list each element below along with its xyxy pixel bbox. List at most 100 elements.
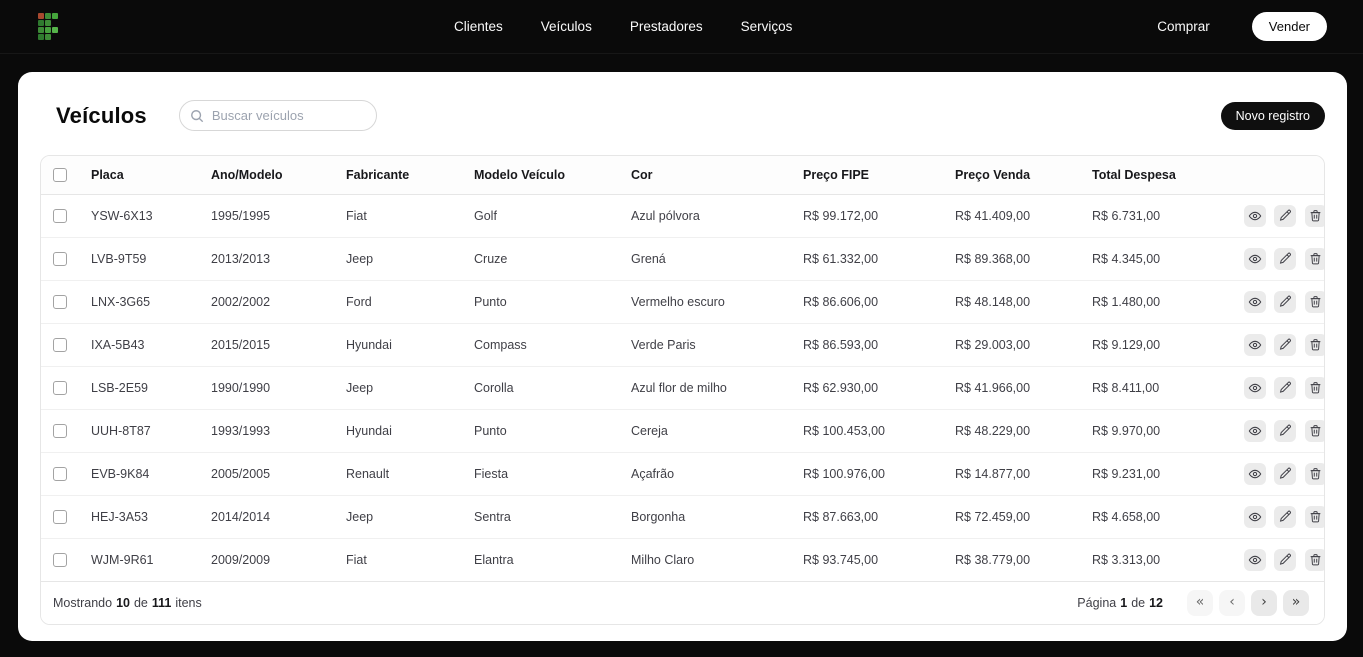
select-row-checkbox[interactable] — [53, 509, 67, 524]
eye-icon — [1248, 555, 1262, 564]
view-button[interactable] — [1244, 462, 1266, 485]
edit-button[interactable] — [1274, 505, 1297, 528]
cell-cor: Grená — [631, 237, 803, 281]
pencil-icon — [1279, 252, 1291, 264]
view-button[interactable] — [1244, 419, 1266, 442]
select-row-checkbox[interactable] — [53, 380, 67, 395]
edit-button[interactable] — [1274, 548, 1297, 571]
eye-icon — [1248, 297, 1262, 306]
cell-fabricante: Renault — [346, 452, 474, 496]
select-all-checkbox[interactable] — [53, 167, 67, 182]
edit-button[interactable] — [1274, 204, 1297, 227]
view-button[interactable] — [1244, 548, 1266, 571]
page-of: de — [1131, 595, 1146, 610]
select-row-checkbox[interactable] — [53, 251, 67, 266]
pencil-icon — [1279, 381, 1291, 393]
edit-button[interactable] — [1274, 247, 1297, 270]
first-page-button[interactable]: « — [1187, 589, 1213, 616]
table-row: WJM-9R61 2009/2009 Fiat Elantra Milho Cl… — [41, 538, 1324, 582]
row-actions — [1239, 366, 1324, 410]
delete-button[interactable] — [1304, 376, 1324, 399]
cell-fabricante: Hyundai — [346, 409, 474, 453]
select-row-checkbox[interactable] — [53, 337, 67, 352]
table-row: LSB-2E59 1990/1990 Jeep Corolla Azul flo… — [41, 366, 1324, 410]
column-header-cor: Cor — [631, 156, 803, 195]
nav-item-servicos[interactable]: Serviços — [741, 19, 793, 34]
select-row-checkbox[interactable] — [53, 208, 67, 223]
pencil-icon — [1279, 424, 1291, 436]
prev-page-button[interactable]: ‹ — [1219, 589, 1245, 616]
cell-cor: Açafrão — [631, 452, 803, 496]
edit-button[interactable] — [1274, 290, 1297, 313]
cell-fabricante: Jeep — [346, 366, 474, 410]
delete-button[interactable] — [1304, 505, 1324, 528]
cell-fabricante: Jeep — [346, 495, 474, 539]
select-row-checkbox[interactable] — [53, 423, 67, 438]
pencil-icon — [1279, 467, 1291, 479]
table-row: HEJ-3A53 2014/2014 Jeep Sentra Borgonha … — [41, 495, 1324, 539]
main-nav: Clientes Veículos Prestadores Serviços — [454, 19, 792, 34]
showing-prefix: Mostrando — [53, 595, 113, 610]
vender-button[interactable]: Vender — [1251, 12, 1327, 41]
cell-fabricante: Jeep — [346, 237, 474, 281]
cell-placa: EVB-9K84 — [91, 452, 211, 496]
cell-total-despesa: R$ 8.411,00 — [1092, 366, 1239, 410]
delete-button[interactable] — [1304, 419, 1324, 442]
eye-icon — [1248, 254, 1262, 263]
app-logo-icon[interactable] — [38, 13, 58, 40]
row-actions — [1239, 538, 1324, 582]
last-page-button[interactable]: » — [1283, 589, 1309, 616]
cell-preco-venda: R$ 14.877,00 — [955, 452, 1092, 496]
delete-button[interactable] — [1304, 333, 1324, 356]
content-card: Veículos Novo registro Placa Ano/Modelo … — [18, 72, 1347, 641]
search-box[interactable] — [178, 100, 377, 131]
view-button[interactable] — [1244, 204, 1266, 227]
delete-button[interactable] — [1304, 204, 1324, 227]
nav-item-prestadores[interactable]: Prestadores — [630, 19, 703, 34]
nav-item-clientes[interactable]: Clientes — [454, 19, 503, 34]
nav-item-veiculos[interactable]: Veículos — [541, 19, 592, 34]
view-button[interactable] — [1244, 505, 1266, 528]
delete-button[interactable] — [1304, 290, 1324, 313]
view-button[interactable] — [1244, 290, 1266, 313]
cell-ano-modelo: 1995/1995 — [211, 194, 346, 238]
edit-button[interactable] — [1274, 462, 1297, 485]
view-button[interactable] — [1244, 247, 1266, 270]
delete-button[interactable] — [1304, 548, 1324, 571]
select-row-checkbox[interactable] — [53, 466, 67, 481]
column-header-preco-venda: Preço Venda — [955, 156, 1092, 195]
table-row: EVB-9K84 2005/2005 Renault Fiesta Açafrã… — [41, 452, 1324, 496]
table-row: IXA-5B43 2015/2015 Hyundai Compass Verde… — [41, 323, 1324, 367]
select-row-checkbox[interactable] — [53, 552, 67, 567]
delete-button[interactable] — [1304, 247, 1324, 270]
eye-icon — [1248, 340, 1262, 349]
edit-button[interactable] — [1274, 376, 1297, 399]
search-input[interactable] — [211, 108, 366, 123]
showing-of: de — [133, 595, 148, 610]
cell-preco-fipe: R$ 86.606,00 — [803, 280, 955, 324]
comprar-link[interactable]: Comprar — [1157, 19, 1210, 34]
cell-modelo: Punto — [474, 409, 631, 453]
view-button[interactable] — [1244, 376, 1266, 399]
items-label: itens — [175, 595, 202, 610]
trash-icon — [1311, 468, 1321, 480]
cell-total-despesa: R$ 9.231,00 — [1092, 452, 1239, 496]
column-header-placa: Placa — [91, 156, 211, 195]
cell-cor: Cereja — [631, 409, 803, 453]
view-button[interactable] — [1244, 333, 1266, 356]
cell-total-despesa: R$ 4.345,00 — [1092, 237, 1239, 281]
trash-icon — [1311, 425, 1321, 437]
navbar-right: Comprar Vender — [1157, 12, 1327, 41]
cell-total-despesa: R$ 1.480,00 — [1092, 280, 1239, 324]
delete-button[interactable] — [1304, 462, 1324, 485]
next-page-button[interactable]: › — [1251, 589, 1277, 616]
trash-icon — [1311, 296, 1321, 308]
cell-cor: Azul pólvora — [631, 194, 803, 238]
cell-placa: YSW-6X13 — [91, 194, 211, 238]
new-record-button[interactable]: Novo registro — [1220, 101, 1325, 130]
edit-button[interactable] — [1274, 419, 1297, 442]
edit-button[interactable] — [1274, 333, 1297, 356]
select-row-checkbox[interactable] — [53, 294, 67, 309]
search-icon — [190, 109, 204, 122]
cell-modelo: Cruze — [474, 237, 631, 281]
